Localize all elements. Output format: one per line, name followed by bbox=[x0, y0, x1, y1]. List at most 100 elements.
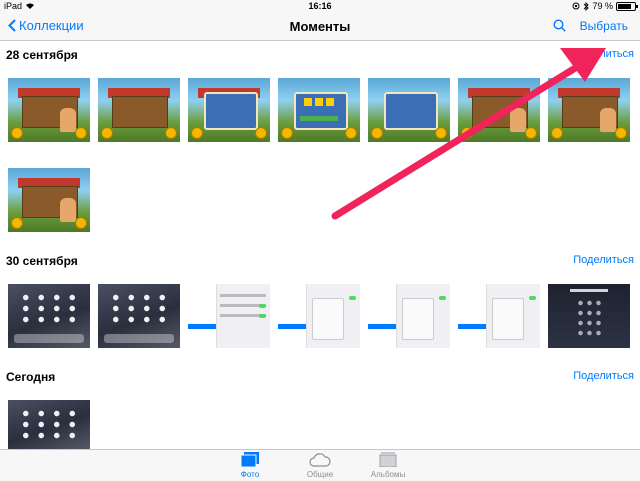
coin-icon bbox=[101, 127, 113, 139]
settings-sidebar bbox=[458, 284, 487, 348]
select-button[interactable]: Выбрать bbox=[580, 19, 628, 33]
photo-thumbnail[interactable] bbox=[368, 284, 450, 348]
tab-label: Общие bbox=[306, 470, 334, 479]
photo-thumbnail[interactable] bbox=[278, 78, 360, 142]
lock-prompt bbox=[570, 289, 608, 292]
toggle-switch bbox=[529, 296, 536, 300]
settings-sidebar bbox=[368, 284, 397, 348]
photo-thumbnail[interactable] bbox=[278, 284, 360, 348]
passcode-dialog bbox=[312, 298, 344, 340]
game-building bbox=[112, 96, 168, 128]
game-character bbox=[510, 108, 526, 132]
navigation-bar: Коллекции Моменты Выбрать bbox=[0, 14, 640, 41]
photo-thumbnail[interactable] bbox=[8, 78, 90, 142]
coin-icon bbox=[551, 127, 563, 139]
status-time: 16:16 bbox=[308, 1, 332, 11]
game-character bbox=[60, 108, 76, 132]
moment-date: 30 сентября bbox=[6, 254, 78, 268]
search-button[interactable] bbox=[553, 19, 566, 37]
share-button[interactable]: Поделиться bbox=[573, 254, 634, 266]
albums-icon bbox=[379, 452, 397, 468]
coin-icon bbox=[165, 127, 177, 139]
toggle-switch bbox=[439, 296, 446, 300]
coin-icon bbox=[75, 217, 87, 229]
tab-photos[interactable]: Фото bbox=[220, 452, 280, 479]
moment-date: 28 сентября bbox=[6, 48, 78, 62]
game-character bbox=[60, 198, 76, 222]
coin-icon bbox=[461, 127, 473, 139]
settings-selected-row bbox=[458, 324, 486, 329]
tab-albums[interactable]: Альбомы bbox=[358, 452, 418, 479]
moment-header-sep28: 28 сентября Поделиться bbox=[0, 44, 640, 66]
app-icons-grid bbox=[18, 292, 80, 326]
keypad bbox=[576, 298, 602, 338]
app-icons-grid bbox=[18, 408, 80, 442]
bluetooth-icon bbox=[584, 1, 590, 11]
share-button[interactable]: Поделиться bbox=[573, 370, 634, 382]
toggle-switch bbox=[259, 304, 266, 308]
toggle-switch bbox=[349, 296, 356, 300]
status-right: 79 % bbox=[572, 1, 638, 11]
coin-icon bbox=[525, 127, 537, 139]
dock bbox=[14, 334, 84, 343]
game-progress bbox=[300, 116, 338, 121]
toggle-switch bbox=[259, 314, 266, 318]
game-dialog bbox=[204, 92, 258, 130]
tab-bar: Фото Общие Альбомы bbox=[0, 449, 640, 481]
chevron-left-icon bbox=[8, 19, 16, 32]
photo-thumbnail[interactable] bbox=[98, 284, 180, 348]
coin-icon bbox=[371, 127, 383, 139]
photo-thumbnail[interactable] bbox=[8, 168, 90, 232]
moment-header-today: Сегодня Поделиться bbox=[0, 366, 640, 388]
passcode-dialog bbox=[402, 298, 434, 340]
moment-date: Сегодня bbox=[6, 370, 56, 384]
coin-icon bbox=[11, 217, 23, 229]
coin-icon bbox=[75, 127, 87, 139]
page-title: Моменты bbox=[289, 19, 351, 34]
status-bar: iPad 16:16 79 % bbox=[0, 0, 640, 14]
settings-selected-row bbox=[188, 324, 216, 329]
photo-thumbnail[interactable] bbox=[188, 284, 270, 348]
photo-thumbnail[interactable] bbox=[458, 284, 540, 348]
tab-label: Фото bbox=[240, 470, 260, 479]
stars-icon bbox=[304, 98, 334, 106]
battery-percent: 79 % bbox=[592, 1, 613, 11]
game-character bbox=[600, 108, 616, 132]
photo-thumbnail[interactable] bbox=[98, 78, 180, 142]
photo-thumbnail[interactable] bbox=[458, 78, 540, 142]
passcode-dialog bbox=[492, 298, 524, 340]
coin-icon bbox=[281, 127, 293, 139]
moment-header-sep30: 30 сентября Поделиться bbox=[0, 250, 640, 272]
photo-thumbnail[interactable] bbox=[8, 284, 90, 348]
app-icons-grid bbox=[108, 292, 170, 326]
tab-label: Альбомы bbox=[370, 470, 406, 479]
coin-icon bbox=[11, 127, 23, 139]
coin-icon bbox=[345, 127, 357, 139]
back-button-label: Коллекции bbox=[19, 18, 84, 33]
settings-selected-row bbox=[368, 324, 396, 329]
game-dialog bbox=[384, 92, 438, 130]
coin-icon bbox=[615, 127, 627, 139]
settings-row bbox=[220, 294, 266, 297]
settings-selected-row bbox=[278, 324, 306, 329]
photo-thumbnail[interactable] bbox=[548, 78, 630, 142]
cloud-icon bbox=[309, 453, 331, 467]
photo-thumbnail[interactable] bbox=[548, 284, 630, 348]
settings-sidebar bbox=[188, 284, 217, 348]
share-button[interactable]: Поделиться bbox=[573, 48, 634, 60]
tab-shared[interactable]: Общие bbox=[290, 452, 350, 479]
back-button[interactable]: Коллекции bbox=[8, 18, 84, 33]
settings-sidebar bbox=[278, 284, 307, 348]
photo-thumbnail[interactable] bbox=[368, 78, 450, 142]
battery-fill bbox=[618, 3, 631, 9]
photos-icon bbox=[240, 452, 259, 468]
photo-thumbnail[interactable] bbox=[8, 400, 90, 449]
battery-icon bbox=[616, 1, 638, 11]
photo-thumbnail[interactable] bbox=[188, 78, 270, 142]
annotation-arrow bbox=[331, 48, 606, 220]
coin-icon bbox=[435, 127, 447, 139]
dock bbox=[104, 334, 174, 343]
coin-icon bbox=[191, 127, 203, 139]
coin-icon bbox=[255, 127, 267, 139]
search-icon bbox=[553, 19, 566, 32]
